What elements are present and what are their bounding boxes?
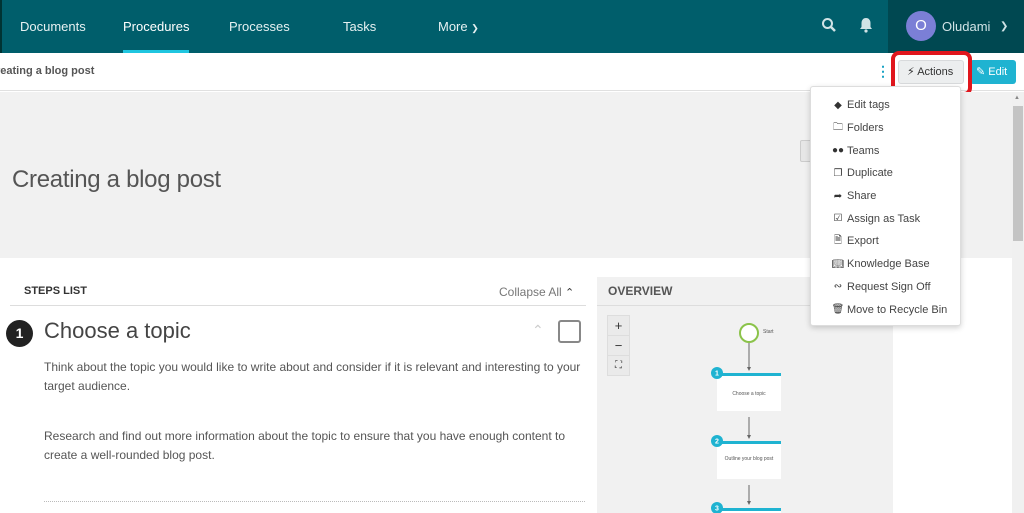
- menu-item-label: Export: [847, 235, 879, 248]
- arrow-head: [747, 501, 751, 505]
- menu-item-folders[interactable]: 🗀︎ Folders: [811, 117, 960, 140]
- step-paragraph: Think about the topic you would like to …: [44, 360, 581, 393]
- node-bar: [717, 508, 781, 511]
- node-number: 3: [715, 506, 719, 513]
- menu-item-request-sign-off[interactable]: ∾ Request Sign Off: [811, 276, 960, 299]
- chevron-down-icon: ❯: [1000, 21, 1009, 32]
- menu-item-label: Knowledge Base: [847, 258, 930, 271]
- top-nav: Documents Procedures Processes Tasks Mor…: [0, 0, 1024, 53]
- node-number: 2: [715, 439, 719, 446]
- trash-icon: 🗑︎: [831, 304, 845, 316]
- nav-documents[interactable]: Documents: [20, 0, 86, 53]
- edit-button[interactable]: ✎ Edit: [970, 60, 1016, 84]
- step-number: 1: [6, 320, 33, 347]
- search-icon[interactable]: [820, 17, 838, 35]
- tag-icon: ◆: [834, 99, 842, 111]
- node-bar: [717, 441, 781, 444]
- menu-item-share[interactable]: ➦ Share: [811, 185, 960, 208]
- avatar: O: [906, 11, 936, 41]
- menu-item-knowledge-base[interactable]: 📖︎ Knowledge Base: [811, 253, 960, 276]
- nav-edge: [0, 0, 2, 53]
- start-label: Start: [763, 329, 774, 335]
- menu-item-label: Move to Recycle Bin: [847, 303, 948, 316]
- nav-tasks[interactable]: Tasks: [343, 0, 376, 53]
- menu-item-label: Teams: [847, 144, 880, 157]
- nav-more-label: More: [438, 19, 468, 34]
- divider: [44, 501, 585, 502]
- nav-procedures[interactable]: Procedures: [123, 0, 190, 53]
- pdf-file-icon: 🗎︎: [833, 234, 843, 246]
- menu-item-edit-tags[interactable]: ◆ Edit tags: [811, 94, 960, 117]
- step-paragraph: Research and find out more information a…: [44, 429, 566, 462]
- steps-list-header: STEPS LIST: [24, 285, 87, 297]
- divider: [10, 305, 586, 306]
- scrollbar-thumb[interactable]: [1013, 106, 1023, 241]
- checkbox-icon: ☑: [833, 213, 843, 225]
- chevron-down-icon: ❯: [471, 23, 479, 33]
- user-menu[interactable]: O Oludami ❯: [888, 0, 1024, 53]
- breadcrumb[interactable]: reating a blog post: [0, 65, 94, 77]
- menu-item-move-to-recycle-bin[interactable]: 🗑︎ Move to Recycle Bin: [811, 298, 960, 321]
- step-title[interactable]: Choose a topic: [44, 318, 191, 344]
- node-label: Outline your blog post: [725, 456, 774, 462]
- edit-icon: ✎: [976, 66, 986, 78]
- node-number: 1: [715, 371, 719, 378]
- chevron-up-icon[interactable]: ⌃: [532, 322, 544, 339]
- menu-item-label: Assign as Task: [847, 212, 921, 225]
- menu-item-teams[interactable]: ●● Teams: [811, 139, 960, 162]
- arrow-head: [747, 367, 751, 371]
- menu-item-label: Folders: [847, 122, 884, 135]
- menu-item-duplicate[interactable]: ❐ Duplicate: [811, 162, 960, 185]
- menu-item-export[interactable]: 🗎︎ Export: [811, 230, 960, 253]
- edit-label: Edit: [988, 66, 1008, 78]
- menu-item-label: Request Sign Off: [847, 280, 931, 293]
- signature-icon: ∾: [833, 281, 843, 293]
- copy-icon: ❐: [833, 167, 843, 179]
- share-icon: ➦: [833, 190, 843, 202]
- nav-more[interactable]: More ❯: [438, 0, 479, 53]
- node-label: Choose a topic: [732, 391, 766, 397]
- start-node[interactable]: [739, 323, 759, 343]
- nav-processes[interactable]: Processes: [229, 0, 290, 53]
- folder-icon: 🗀︎: [833, 121, 843, 133]
- user-name: Oludami: [942, 19, 991, 34]
- menu-item-label: Edit tags: [847, 99, 890, 112]
- scroll-up-icon[interactable]: ▲: [1014, 95, 1020, 101]
- collapse-all-button[interactable]: Collapse All ⌃: [499, 285, 574, 299]
- more-options-icon[interactable]: ⋮: [876, 63, 890, 80]
- step-checkbox[interactable]: [558, 320, 581, 343]
- bell-icon[interactable]: [857, 17, 875, 35]
- menu-item-assign-as-task[interactable]: ☑ Assign as Task: [811, 207, 960, 230]
- node-bar: [717, 373, 781, 376]
- menu-item-label: Share: [847, 190, 877, 203]
- collapse-all-label: Collapse All: [499, 285, 562, 299]
- actions-dropdown-menu: ◆ Edit tags 🗀︎ Folders ●● Teams ❐ Duplicate …: [810, 86, 961, 326]
- menu-item-label: Duplicate: [847, 167, 893, 180]
- users-icon: ●●: [831, 145, 845, 157]
- chevron-up-icon: ⌃: [565, 287, 575, 299]
- page-title: Creating a blog post: [12, 166, 221, 193]
- arrow-head: [747, 435, 751, 439]
- book-icon: 📖︎: [831, 258, 845, 270]
